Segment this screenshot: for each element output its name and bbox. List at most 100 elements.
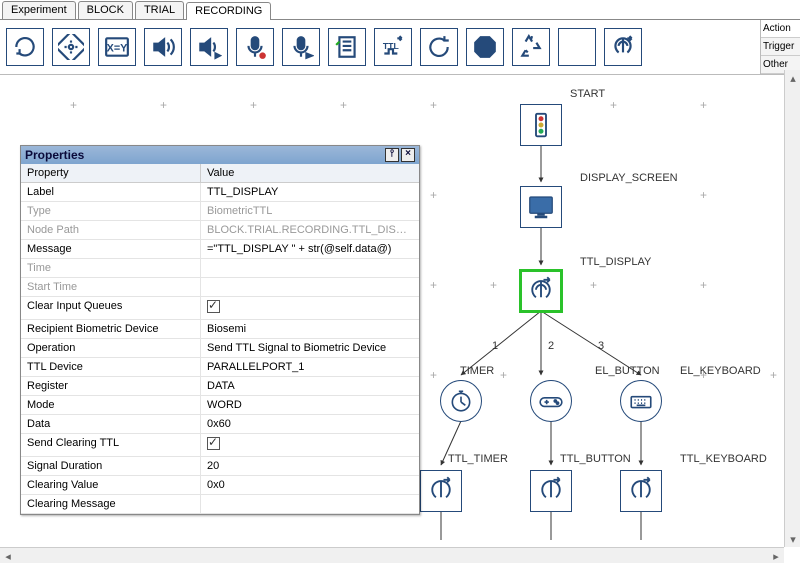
- property-row[interactable]: Message="TTL_DISPLAY " + str(@self.data@…: [21, 240, 419, 259]
- property-row: Start Time: [21, 278, 419, 297]
- label-ttl-keyboard: TTL_KEYBOARD: [680, 453, 767, 465]
- node-display-screen[interactable]: [520, 186, 562, 228]
- horizontal-scrollbar[interactable]: ◂ ▸: [0, 547, 784, 563]
- property-label: Recipient Biometric Device: [21, 320, 201, 338]
- checkbox-icon[interactable]: [207, 300, 220, 313]
- properties-header-value: Value: [201, 164, 240, 182]
- property-label: Label: [21, 183, 201, 201]
- label-ttl-timer: TTL_TIMER: [448, 453, 508, 465]
- property-value[interactable]: TTL_DISPLAY: [201, 183, 419, 201]
- label-el-keyboard: EL_KEYBOARD: [680, 365, 761, 377]
- side-tab-action[interactable]: Action: [761, 20, 800, 38]
- biometric-ttl-icon: [610, 34, 636, 60]
- property-row[interactable]: Send Clearing TTL: [21, 434, 419, 457]
- property-value[interactable]: DATA: [201, 377, 419, 395]
- properties-titlebar[interactable]: Properties ⫯ ×: [21, 146, 419, 164]
- tab-block[interactable]: BLOCK: [78, 1, 133, 19]
- stop-record-button[interactable]: [282, 28, 320, 66]
- recycle-button[interactable]: [512, 28, 550, 66]
- scroll-up-icon[interactable]: ▴: [785, 70, 800, 86]
- edge-label-1: 1: [492, 340, 498, 352]
- side-tab-trigger[interactable]: Trigger: [761, 38, 800, 56]
- action-toolbar: X=Y TTL: [0, 20, 760, 74]
- property-value[interactable]: 20: [201, 457, 419, 475]
- loop-button[interactable]: [6, 28, 44, 66]
- monitor-icon: [526, 192, 556, 222]
- record-sound-button[interactable]: [236, 28, 274, 66]
- play-sound-button[interactable]: [144, 28, 182, 66]
- property-label: Clearing Value: [21, 476, 201, 494]
- property-value[interactable]: WORD: [201, 396, 419, 414]
- property-row[interactable]: Signal Duration20: [21, 457, 419, 476]
- property-label: TTL Device: [21, 358, 201, 376]
- property-label: Type: [21, 202, 201, 220]
- node-timer[interactable]: [440, 380, 482, 422]
- properties-close-icon[interactable]: ×: [401, 148, 415, 162]
- property-value: [201, 259, 419, 277]
- property-label: Register: [21, 377, 201, 395]
- checkbox-icon[interactable]: [207, 437, 220, 450]
- side-tabs: Action Trigger Other: [760, 20, 800, 74]
- play-sound-icon: [150, 34, 176, 60]
- stop-record-icon: [288, 34, 314, 60]
- tab-recording[interactable]: RECORDING: [186, 2, 271, 20]
- svg-text:X=Y: X=Y: [107, 42, 129, 54]
- property-value: BLOCK.TRIAL.RECORDING.TTL_DISPLAY: [201, 221, 419, 239]
- scroll-down-icon[interactable]: ▾: [785, 531, 800, 547]
- drift-button[interactable]: [52, 28, 90, 66]
- stop-button[interactable]: [466, 28, 504, 66]
- property-row[interactable]: LabelTTL_DISPLAY: [21, 183, 419, 202]
- properties-pin-icon[interactable]: ⫯: [385, 148, 399, 162]
- property-value[interactable]: Biosemi: [201, 320, 419, 338]
- assign-button[interactable]: X=Y: [98, 28, 136, 66]
- log-icon: [334, 34, 360, 60]
- node-el-keyboard[interactable]: [620, 380, 662, 422]
- node-ttl-button[interactable]: [530, 470, 572, 512]
- brain-ttl-icon-4: [626, 476, 656, 506]
- property-row[interactable]: TTL DevicePARALLELPORT_1: [21, 358, 419, 377]
- tab-experiment[interactable]: Experiment: [2, 1, 76, 19]
- ttl-button[interactable]: TTL: [374, 28, 412, 66]
- control-sound-button[interactable]: [190, 28, 228, 66]
- label-el-button: EL_BUTTON: [595, 365, 660, 377]
- property-value[interactable]: Send TTL Signal to Biometric Device: [201, 339, 419, 357]
- property-value[interactable]: 0x60: [201, 415, 419, 433]
- edge-label-3: 3: [598, 340, 604, 352]
- scroll-right-icon[interactable]: ▸: [768, 548, 784, 564]
- node-ttl-keyboard[interactable]: [620, 470, 662, 512]
- node-start[interactable]: [520, 104, 562, 146]
- property-row[interactable]: Data0x60: [21, 415, 419, 434]
- biometric-button[interactable]: [604, 28, 642, 66]
- vertical-scrollbar[interactable]: ▴ ▾: [784, 70, 800, 547]
- property-value[interactable]: 0x0: [201, 476, 419, 494]
- property-value[interactable]: ="TTL_DISPLAY " + str(@self.data@): [201, 240, 419, 258]
- node-ttl-display[interactable]: [520, 270, 562, 312]
- edge-label-2: 2: [548, 340, 554, 352]
- property-value[interactable]: [201, 297, 419, 319]
- property-row[interactable]: RegisterDATA: [21, 377, 419, 396]
- property-label: Mode: [21, 396, 201, 414]
- property-value[interactable]: PARALLELPORT_1: [201, 358, 419, 376]
- property-row[interactable]: OperationSend TTL Signal to Biometric De…: [21, 339, 419, 358]
- blank-button[interactable]: [558, 28, 596, 66]
- label-display: DISPLAY_SCREEN: [580, 172, 678, 184]
- properties-rows: LabelTTL_DISPLAYTypeBiometricTTLNode Pat…: [21, 183, 419, 514]
- property-label: Send Clearing TTL: [21, 434, 201, 456]
- property-row[interactable]: Recipient Biometric DeviceBiosemi: [21, 320, 419, 339]
- tab-trial[interactable]: TRIAL: [135, 1, 184, 19]
- property-row[interactable]: Clearing Message: [21, 495, 419, 514]
- brain-ttl-icon-2: [426, 476, 456, 506]
- property-value[interactable]: [201, 434, 419, 456]
- reset-button[interactable]: [420, 28, 458, 66]
- property-row[interactable]: ModeWORD: [21, 396, 419, 415]
- brain-ttl-icon: [526, 276, 556, 306]
- node-el-button[interactable]: [530, 380, 572, 422]
- property-label: Node Path: [21, 221, 201, 239]
- property-row[interactable]: Clearing Value0x0: [21, 476, 419, 495]
- log-button[interactable]: [328, 28, 366, 66]
- properties-panel: Properties ⫯ × Property Value LabelTTL_D…: [20, 145, 420, 515]
- property-value[interactable]: [201, 495, 419, 513]
- scroll-left-icon[interactable]: ◂: [0, 548, 16, 564]
- property-row[interactable]: Clear Input Queues: [21, 297, 419, 320]
- node-ttl-timer[interactable]: [420, 470, 462, 512]
